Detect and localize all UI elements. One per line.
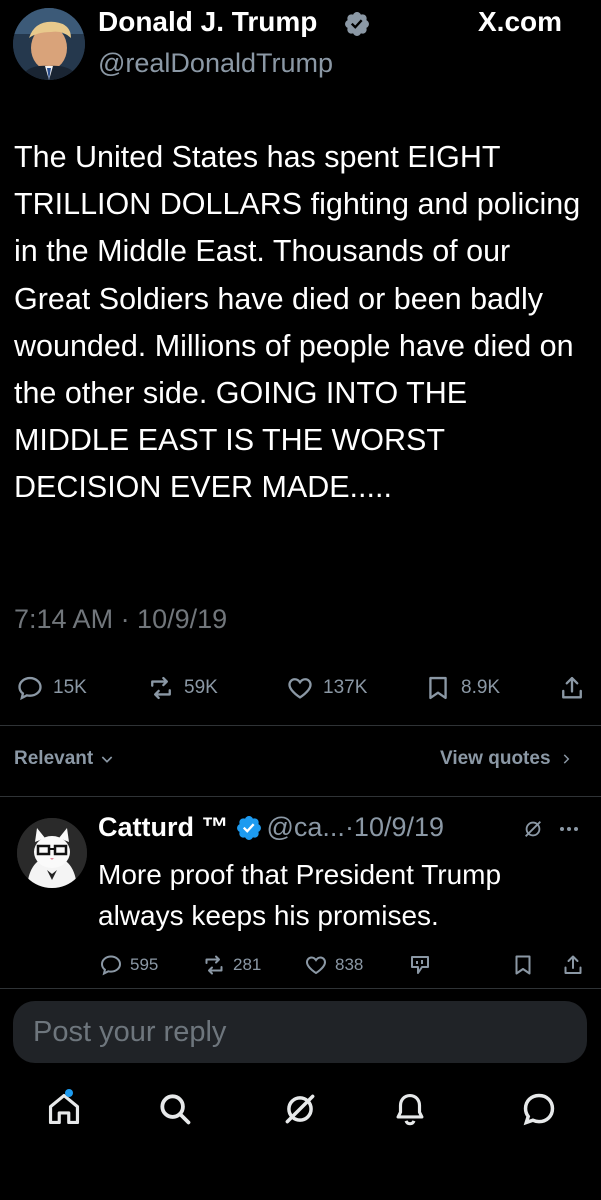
- reply-bookmark-action[interactable]: [511, 952, 535, 978]
- reply-action[interactable]: 15K: [16, 672, 87, 704]
- grok-analyze-icon: [411, 956, 429, 974]
- repost-icon: [205, 955, 223, 975]
- bookmark-icon: [515, 955, 531, 975]
- more-options-icon[interactable]: [556, 818, 582, 840]
- repost-action[interactable]: 59K: [147, 672, 218, 704]
- reply-analytics-action[interactable]: [408, 952, 432, 978]
- divider: [0, 988, 601, 989]
- reply-repost-count: 281: [233, 955, 262, 974]
- grok-icon[interactable]: [281, 1090, 319, 1128]
- notifications-icon[interactable]: [391, 1090, 429, 1128]
- divider: [0, 725, 601, 726]
- reply-text: More proof that President Trump always k…: [98, 859, 502, 931]
- reply-share-action[interactable]: [561, 952, 585, 978]
- profile-avatar[interactable]: [13, 8, 85, 80]
- messages-icon[interactable]: [520, 1090, 558, 1128]
- divider: [0, 796, 601, 797]
- reply-repost-action[interactable]: 281: [202, 952, 261, 978]
- reply-date: ·10/9/19: [344, 812, 445, 842]
- x-watermark: X.com: [478, 6, 563, 37]
- share-icon: [564, 955, 582, 974]
- home-icon[interactable]: [45, 1090, 83, 1128]
- reply-header: Catturd ™ @ca... ·10/9/19: [98, 812, 444, 843]
- reply-input-placeholder: Post your reply: [33, 1015, 227, 1048]
- author-handle[interactable]: @realDonaldTrump: [98, 48, 333, 79]
- bookmark-icon: [429, 676, 447, 700]
- search-icon[interactable]: [156, 1090, 194, 1128]
- chevron-right-icon: [563, 754, 569, 764]
- reply-icon: [18, 676, 42, 701]
- notification-dot: [65, 1089, 73, 1097]
- tweet-timestamp[interactable]: 7:14 AM · 10/9/19: [14, 604, 227, 635]
- repost-icon: [151, 676, 171, 700]
- tweet-text: The United States has spent EIGHT TRILLI…: [14, 140, 581, 505]
- bookmark-count: 8.9K: [461, 677, 501, 698]
- share-action[interactable]: [558, 672, 586, 704]
- sort-label: Relevant: [14, 748, 94, 769]
- reply-reply-action[interactable]: 595: [99, 952, 158, 978]
- verified-badge-icon: [236, 815, 261, 840]
- like-action[interactable]: 137K: [286, 672, 367, 704]
- chevron-down-icon: [101, 756, 113, 763]
- reply-reply-count: 595: [130, 955, 159, 974]
- heart-icon: [306, 956, 326, 975]
- view-quotes-link[interactable]: View quotes: [440, 748, 573, 770]
- grok-icon[interactable]: [522, 818, 544, 840]
- verified-badge-icon: [343, 10, 371, 38]
- like-count: 137K: [323, 677, 368, 698]
- heart-icon: [288, 678, 312, 699]
- author-name[interactable]: Donald J. Trump: [98, 6, 317, 38]
- repost-count: 59K: [184, 677, 218, 698]
- reply-input[interactable]: Post your reply: [13, 1001, 587, 1063]
- reply-like-count: 838: [335, 955, 364, 974]
- bookmark-action[interactable]: 8.9K: [424, 672, 500, 704]
- reply-icon: [100, 955, 122, 976]
- reply-author-name[interactable]: Catturd ™: [98, 812, 229, 843]
- reply-count: 15K: [53, 677, 87, 698]
- reply-author-handle[interactable]: @ca...: [267, 812, 345, 843]
- reply-like-action[interactable]: 838: [304, 952, 363, 978]
- share-icon: [562, 676, 582, 699]
- reply-avatar[interactable]: [17, 818, 87, 888]
- sort-replies-dropdown[interactable]: Relevant: [14, 748, 115, 770]
- view-quotes-label: View quotes: [440, 748, 551, 769]
